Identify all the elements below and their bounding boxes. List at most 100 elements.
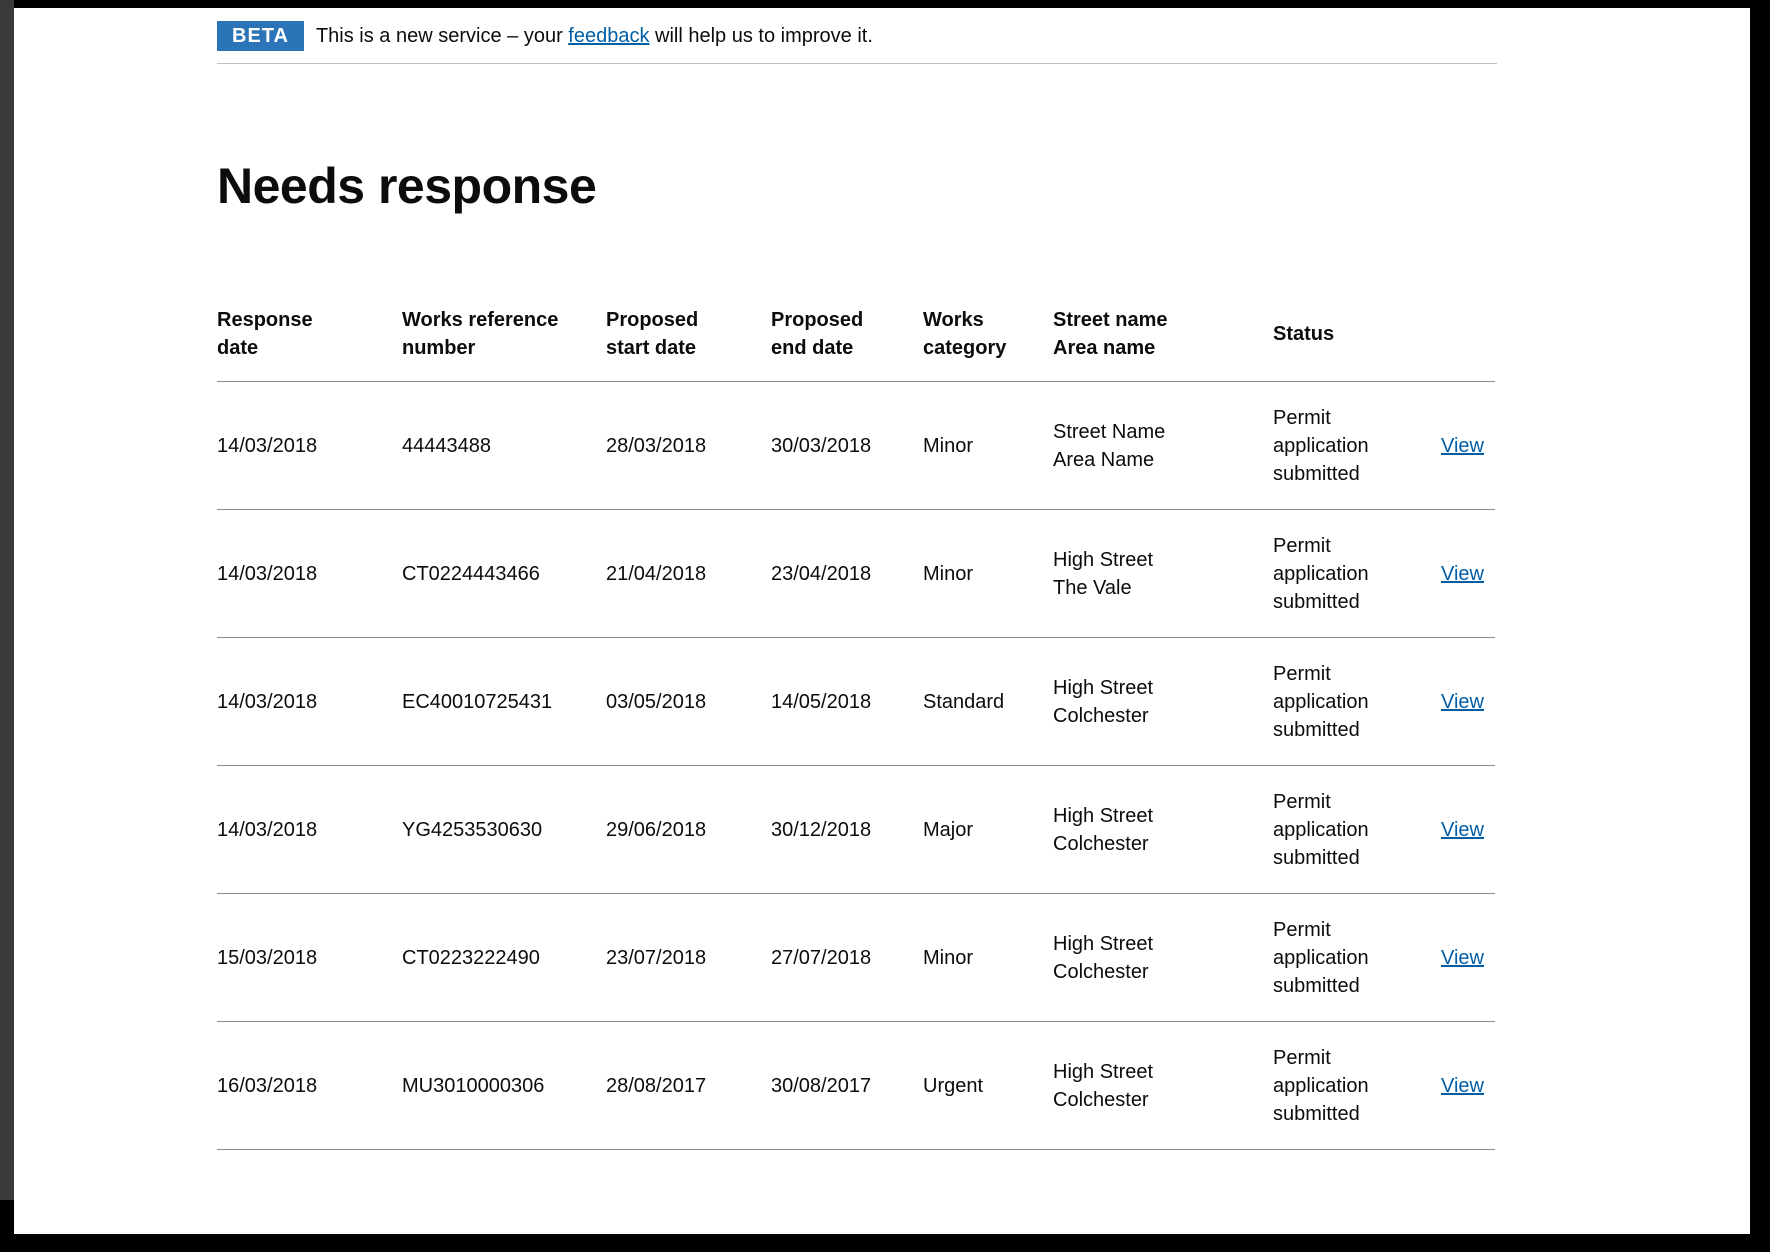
cell-area: Colchester bbox=[1053, 1088, 1149, 1111]
cell-end-date: 27/07/2018 bbox=[771, 893, 923, 1022]
cell-end-date: 14/05/2018 bbox=[771, 637, 923, 766]
cell-street-area: High Street The Vale bbox=[1053, 509, 1273, 638]
cell-works-category: Standard bbox=[923, 637, 1053, 766]
phase-text-after: will help us to improve it. bbox=[649, 24, 873, 47]
cell-street: High Street bbox=[1053, 548, 1154, 571]
cell-works-reference: CT0223222490 bbox=[402, 893, 606, 1022]
cell-works-reference: EC40010725431 bbox=[402, 637, 606, 766]
cell-street: Street Name bbox=[1053, 420, 1166, 443]
cell-status: Permit application submitted bbox=[1273, 637, 1441, 766]
header-line: Proposed bbox=[771, 309, 864, 331]
feedback-link[interactable]: feedback bbox=[568, 25, 649, 47]
cell-action: View bbox=[1441, 509, 1495, 638]
cell-works-reference: CT0224443466 bbox=[402, 509, 606, 638]
cell-status: Permit application submitted bbox=[1273, 893, 1441, 1022]
cell-start-date: 28/08/2017 bbox=[606, 1021, 771, 1150]
cell-status: Permit application submitted bbox=[1273, 509, 1441, 638]
cell-response-date: 14/03/2018 bbox=[217, 637, 402, 766]
header-works-category: Works category bbox=[923, 306, 1053, 382]
cell-end-date: 30/03/2018 bbox=[771, 381, 923, 510]
cell-street-area: High Street Colchester bbox=[1053, 765, 1273, 894]
cell-action: View bbox=[1441, 637, 1495, 766]
status-line: submitted bbox=[1273, 974, 1360, 997]
header-line: Area name bbox=[1053, 337, 1156, 359]
view-link[interactable]: View bbox=[1441, 947, 1484, 969]
phase-banner: BETA This is a new service – your feedba… bbox=[217, 8, 1497, 64]
status-line: Permit bbox=[1273, 918, 1331, 941]
cell-start-date: 23/07/2018 bbox=[606, 893, 771, 1022]
view-link[interactable]: View bbox=[1441, 435, 1484, 457]
cell-status: Permit application submitted bbox=[1273, 765, 1441, 894]
cell-area: Colchester bbox=[1053, 960, 1149, 983]
cell-street: High Street bbox=[1053, 1060, 1154, 1083]
cell-end-date: 23/04/2018 bbox=[771, 509, 923, 638]
status-line: application bbox=[1273, 946, 1369, 969]
header-street-area: Street name Area name bbox=[1053, 306, 1273, 382]
header-line: Proposed bbox=[606, 309, 699, 331]
cell-works-reference: YG4253530630 bbox=[402, 765, 606, 894]
header-response-date: Response date bbox=[217, 306, 402, 382]
cell-start-date: 28/03/2018 bbox=[606, 381, 771, 510]
phase-text-before: This is a new service – your bbox=[315, 24, 569, 47]
header-works-reference: Works reference number bbox=[402, 306, 606, 382]
table-row: 14/03/2018 EC40010725431 03/05/2018 14/0… bbox=[217, 637, 1495, 766]
view-link[interactable]: View bbox=[1441, 1075, 1484, 1097]
cell-street-area: High Street Colchester bbox=[1053, 893, 1273, 1022]
status-line: application bbox=[1273, 562, 1369, 585]
table-row: 14/03/2018 YG4253530630 29/06/2018 30/12… bbox=[217, 765, 1495, 894]
main-content: BETA This is a new service – your feedba… bbox=[217, 8, 1507, 1150]
header-line: Response bbox=[217, 309, 313, 331]
window-frame: BETA This is a new service – your feedba… bbox=[0, 0, 1770, 1252]
cell-response-date: 15/03/2018 bbox=[217, 893, 402, 1022]
table-row: 15/03/2018 CT0223222490 23/07/2018 27/07… bbox=[217, 893, 1495, 1022]
header-line: start date bbox=[606, 337, 697, 359]
status-line: application bbox=[1273, 690, 1369, 713]
header-end-date: Proposed end date bbox=[771, 306, 923, 382]
table-row: 16/03/2018 MU3010000306 28/08/2017 30/08… bbox=[217, 1021, 1495, 1150]
cell-area: The Vale bbox=[1053, 576, 1132, 599]
status-line: Permit bbox=[1273, 662, 1331, 685]
beta-tag: BETA bbox=[217, 20, 304, 51]
cell-street-area: Street Name Area Name bbox=[1053, 381, 1273, 510]
cell-response-date: 16/03/2018 bbox=[217, 1021, 402, 1150]
cell-works-category: Minor bbox=[923, 381, 1053, 510]
table-row: 14/03/2018 44443488 28/03/2018 30/03/201… bbox=[217, 381, 1495, 510]
header-line: Street name bbox=[1053, 309, 1168, 331]
status-line: submitted bbox=[1273, 462, 1360, 485]
cell-street: High Street bbox=[1053, 932, 1154, 955]
cell-works-category: Major bbox=[923, 765, 1053, 894]
status-line: submitted bbox=[1273, 590, 1360, 613]
status-line: Permit bbox=[1273, 1046, 1331, 1069]
cell-response-date: 14/03/2018 bbox=[217, 509, 402, 638]
cell-area: Area Name bbox=[1053, 448, 1155, 471]
cell-action: View bbox=[1441, 1021, 1495, 1150]
page: BETA This is a new service – your feedba… bbox=[14, 8, 1750, 1234]
cell-area: Colchester bbox=[1053, 704, 1149, 727]
view-link[interactable]: View bbox=[1441, 563, 1484, 585]
table-row: 14/03/2018 CT0224443466 21/04/2018 23/04… bbox=[217, 509, 1495, 638]
header-status: Status bbox=[1273, 306, 1441, 382]
cell-works-reference: 44443488 bbox=[402, 381, 606, 510]
cell-works-category: Minor bbox=[923, 509, 1053, 638]
cell-status: Permit application submitted bbox=[1273, 1021, 1441, 1150]
page-title: Needs response bbox=[217, 158, 597, 214]
view-link[interactable]: View bbox=[1441, 819, 1484, 841]
status-line: submitted bbox=[1273, 1102, 1360, 1125]
cell-response-date: 14/03/2018 bbox=[217, 381, 402, 510]
cell-street-area: High Street Colchester bbox=[1053, 637, 1273, 766]
header-line: number bbox=[402, 337, 476, 359]
status-line: Permit bbox=[1273, 534, 1331, 557]
needs-response-table: Response date Works reference number Pro… bbox=[217, 306, 1495, 1150]
status-line: submitted bbox=[1273, 846, 1360, 869]
view-link[interactable]: View bbox=[1441, 691, 1484, 713]
status-line: application bbox=[1273, 1074, 1369, 1097]
status-line: submitted bbox=[1273, 718, 1360, 741]
cell-response-date: 14/03/2018 bbox=[217, 765, 402, 894]
status-line: application bbox=[1273, 434, 1369, 457]
header-line: Works reference bbox=[402, 309, 559, 331]
header-action bbox=[1441, 306, 1495, 382]
header-start-date: Proposed start date bbox=[606, 306, 771, 382]
status-line: Permit bbox=[1273, 790, 1331, 813]
header-line: date bbox=[217, 337, 259, 359]
phase-banner-text: This is a new service – your feedback wi… bbox=[316, 23, 873, 49]
